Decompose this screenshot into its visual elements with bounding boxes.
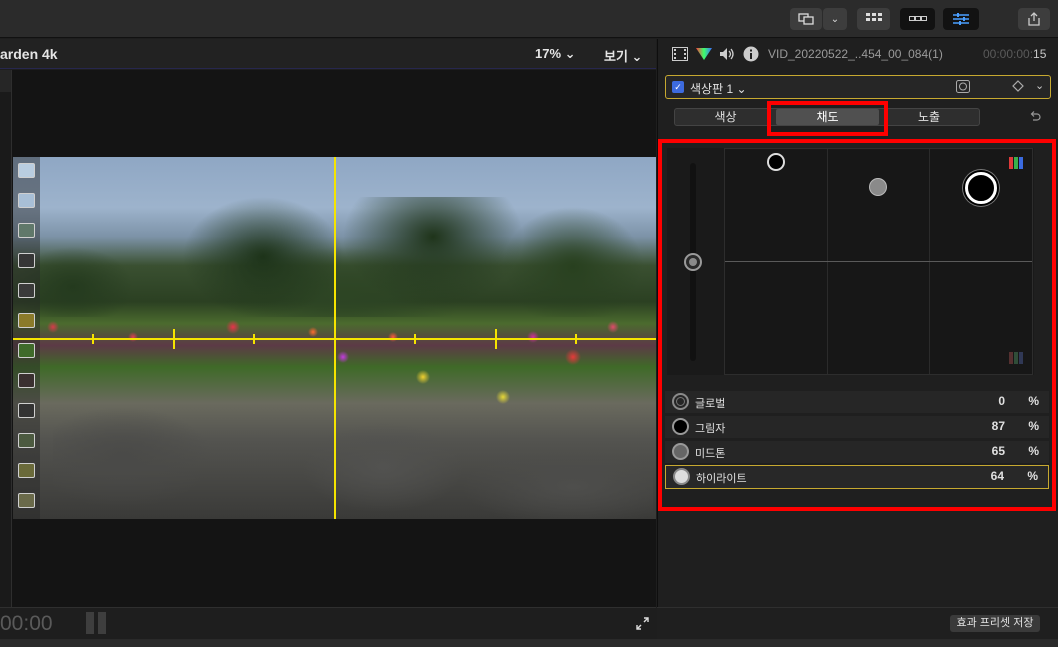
swatch-4[interactable] <box>18 253 35 268</box>
swatch-11[interactable] <box>18 463 35 478</box>
view-menu[interactable]: 보기 ⌄ <box>604 46 642 65</box>
clip-timecode: 00:00:00:15 <box>983 47 1047 61</box>
viewer-header: arden 4k 17% ⌄ 보기 ⌄ <box>0 39 656 69</box>
reset-icon[interactable] <box>1029 111 1041 122</box>
viewer-left-edge <box>0 70 12 607</box>
swatch-3[interactable] <box>18 223 35 238</box>
sliders-icon <box>953 13 969 25</box>
inspector-toggle-button[interactable] <box>943 8 979 30</box>
share-button[interactable] <box>1018 8 1050 30</box>
swatch-7[interactable] <box>18 343 35 358</box>
swatch-1[interactable] <box>18 163 35 178</box>
tab-color[interactable]: 색상 <box>675 109 776 125</box>
timecode-display: 00:00 <box>0 612 53 635</box>
inspector-header: VID_20220522_..454_00_084(1) 00:00:00:15 <box>658 39 1058 69</box>
yellow-guide-horizontal <box>13 338 656 340</box>
annotation-box-tab <box>767 101 888 136</box>
share-icon <box>1028 12 1040 26</box>
zoom-menu[interactable]: 17% ⌄ <box>535 46 576 62</box>
timeline-button[interactable] <box>900 8 935 30</box>
viewer-title: arden 4k <box>0 46 58 62</box>
swatch-2[interactable] <box>18 193 35 208</box>
tab-exposure[interactable]: 노출 <box>879 109 979 125</box>
swatch-10[interactable] <box>18 433 35 448</box>
multicam-button[interactable] <box>790 8 822 30</box>
bottom-strip <box>0 639 1058 647</box>
timeline-icon <box>908 16 927 21</box>
keyframe-icon[interactable] <box>1012 80 1024 92</box>
clip-name: VID_20220522_..454_00_084(1) <box>768 47 943 61</box>
chevron-down-icon[interactable]: ⌄ <box>1035 79 1044 92</box>
browser-button[interactable] <box>857 8 890 30</box>
audio-icon[interactable] <box>719 47 735 61</box>
grid-icon <box>865 13 882 21</box>
video-icon[interactable] <box>672 47 688 61</box>
color-inspector-icon[interactable] <box>696 47 712 61</box>
top-toolbar: ⌄ <box>0 0 1058 38</box>
swatch-9[interactable] <box>18 403 35 418</box>
inspector-footer: 효과 프리셋 저장 <box>657 607 1058 639</box>
swatch-12[interactable] <box>18 493 35 508</box>
color-board-label[interactable]: 색상판 1 ⌄ <box>690 80 747 97</box>
viewer-footer: 00:00 <box>0 607 656 639</box>
pause-icon <box>86 612 106 634</box>
save-effects-preset-button[interactable]: 효과 프리셋 저장 <box>950 615 1040 632</box>
fullscreen-icon[interactable] <box>636 617 649 630</box>
chevron-down-icon: ⌄ <box>830 13 840 25</box>
multicam-dropdown[interactable]: ⌄ <box>823 8 847 30</box>
annotation-box-board <box>658 139 1056 511</box>
color-board-header[interactable]: ✓ 색상판 1 ⌄ ⌄ <box>665 75 1051 99</box>
mask-icon[interactable] <box>956 80 970 93</box>
display-icon <box>798 13 814 25</box>
info-icon[interactable] <box>743 46 759 62</box>
swatch-8[interactable] <box>18 373 35 388</box>
swatch-5[interactable] <box>18 283 35 298</box>
enable-checkbox[interactable]: ✓ <box>672 81 684 93</box>
swatch-6[interactable] <box>18 313 35 328</box>
